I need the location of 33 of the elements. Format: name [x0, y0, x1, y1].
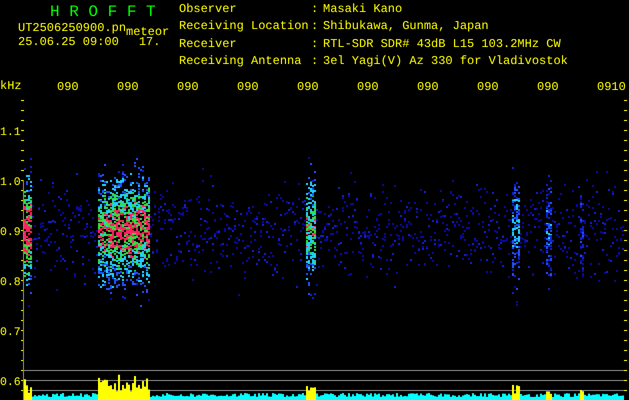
frequency-label: 0.9 [0, 226, 21, 239]
frequency-label: 1.0 [0, 176, 21, 189]
info-separator: : [311, 20, 320, 36]
time-label: 090 [297, 80, 319, 94]
info-value: RTL-SDR SDR# 43dB L15 103.2MHz CW [323, 38, 562, 52]
info-value: 3el Yagi(V) Az 330 for Vladivostok [323, 54, 568, 70]
time-label: 090 [357, 80, 379, 94]
time-label: 090 [237, 80, 259, 94]
info-label: Observer [179, 3, 238, 18]
info-separator: : [311, 38, 320, 52]
time-label: 090 [417, 80, 439, 94]
info-label: Receiving Location [179, 20, 310, 36]
frequency-label: 0.7 [0, 326, 21, 339]
info-separator: : [311, 54, 320, 70]
frequency-label: 0.8 [0, 276, 21, 289]
info-value: Masaki Kano [323, 3, 404, 18]
time-label: 090 [177, 80, 199, 94]
file-name: UT2506250900.pn [18, 21, 126, 35]
time-label: 090 [57, 80, 79, 94]
time-label: 0910 [597, 80, 626, 94]
info-label: Receiver [179, 38, 238, 52]
info-separator: : [311, 3, 320, 18]
time-label: 090 [117, 80, 139, 94]
time-label: 090 [477, 80, 499, 94]
app-title: H R O F F T [49, 3, 157, 21]
info-label: Receiving Antenna [179, 54, 302, 70]
info-value: Shibukawa, Gunma, Japan [323, 20, 490, 36]
time-label: 090 [537, 80, 559, 94]
frequency-label: 1.1 [0, 126, 21, 139]
date-time: 25.06.25 09:00 [18, 35, 119, 49]
event-count: 17. [138, 35, 160, 49]
axis-unit: kHz [0, 79, 22, 93]
frequency-label: 0.6 [0, 376, 21, 389]
